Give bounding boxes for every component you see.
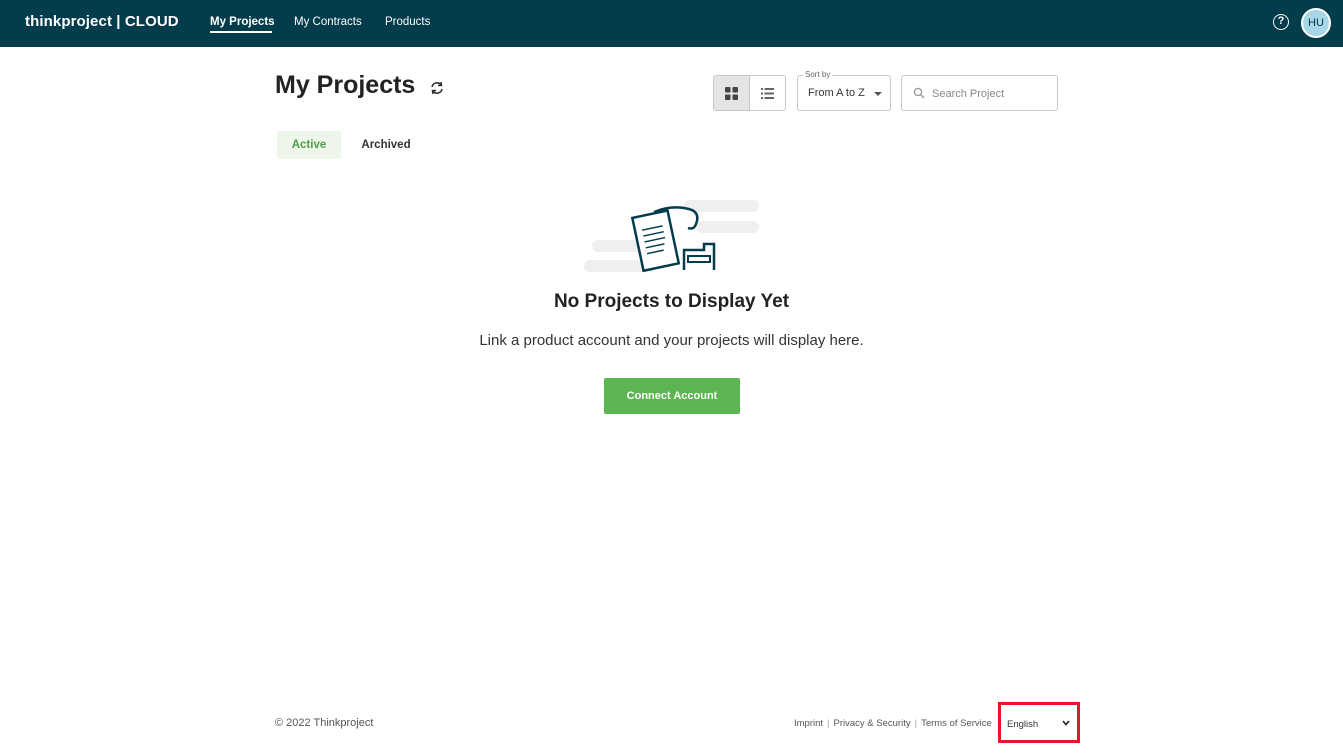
- separator: |: [827, 718, 830, 729]
- user-avatar[interactable]: HU: [1301, 8, 1331, 38]
- imprint-link[interactable]: Imprint: [794, 718, 823, 729]
- caret-down-icon: [874, 92, 882, 96]
- refresh-icon[interactable]: [429, 80, 445, 96]
- nav-products[interactable]: Products: [385, 16, 430, 28]
- tab-archived[interactable]: Archived: [350, 131, 422, 159]
- privacy-security-link[interactable]: Privacy & Security: [834, 718, 911, 729]
- active-nav-indicator: [210, 31, 272, 33]
- page-title: My Projects: [275, 71, 416, 99]
- terms-of-service-link[interactable]: Terms of Service: [921, 718, 992, 729]
- grid-view-button[interactable]: [714, 76, 750, 110]
- sort-value: From A to Z: [808, 87, 865, 99]
- list-view-button[interactable]: [750, 76, 786, 110]
- sort-label: Sort by: [803, 70, 833, 79]
- sort-select[interactable]: Sort by From A to Z: [797, 70, 891, 111]
- empty-state-title: No Projects to Display Yet: [553, 291, 790, 312]
- top-navigation-bar: thinkproject | CLOUD My Projects My Cont…: [0, 0, 1343, 47]
- grid-view-icon: [724, 86, 738, 100]
- list-view-icon: [760, 87, 774, 99]
- empty-projects-illustration: [584, 200, 759, 273]
- nav-my-projects[interactable]: My Projects: [210, 16, 275, 28]
- brand-logo[interactable]: thinkproject | CLOUD: [25, 13, 179, 30]
- copyright-text: © 2022 Thinkproject: [275, 717, 374, 729]
- search-input[interactable]: [932, 85, 1052, 103]
- search-field: [901, 75, 1058, 111]
- tab-active[interactable]: Active: [277, 131, 341, 159]
- language-value: English: [1007, 719, 1039, 730]
- language-select[interactable]: English: [998, 702, 1080, 743]
- separator: |: [914, 718, 918, 729]
- footer-links: Imprint | Privacy & Security | Terms of Serv…: [794, 718, 992, 729]
- view-mode-toggle: [713, 75, 786, 111]
- chevron-down-icon: [1062, 720, 1070, 726]
- nav-my-contracts[interactable]: My Contracts: [294, 16, 362, 28]
- connect-account-button[interactable]: Connect Account: [604, 378, 740, 414]
- search-icon: [913, 87, 925, 99]
- question-circle-icon[interactable]: ?: [1273, 14, 1289, 30]
- empty-state-description: Link a product account and your projects…: [479, 332, 864, 349]
